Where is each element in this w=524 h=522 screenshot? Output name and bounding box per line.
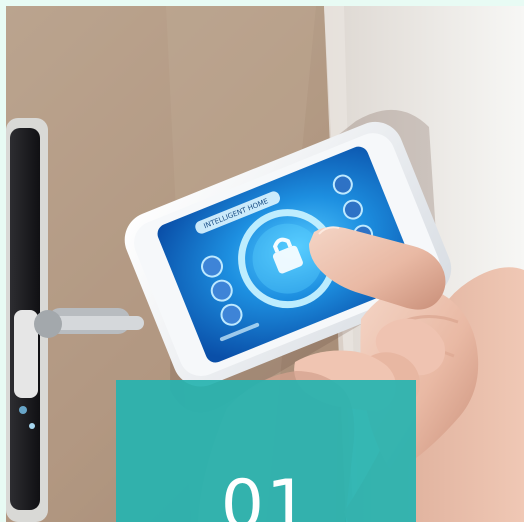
- hero-image-frame: INTELLIGENT HOME 01: [6, 6, 524, 522]
- number-overlay-card: 01: [116, 380, 416, 522]
- overlay-number: 01: [220, 466, 312, 522]
